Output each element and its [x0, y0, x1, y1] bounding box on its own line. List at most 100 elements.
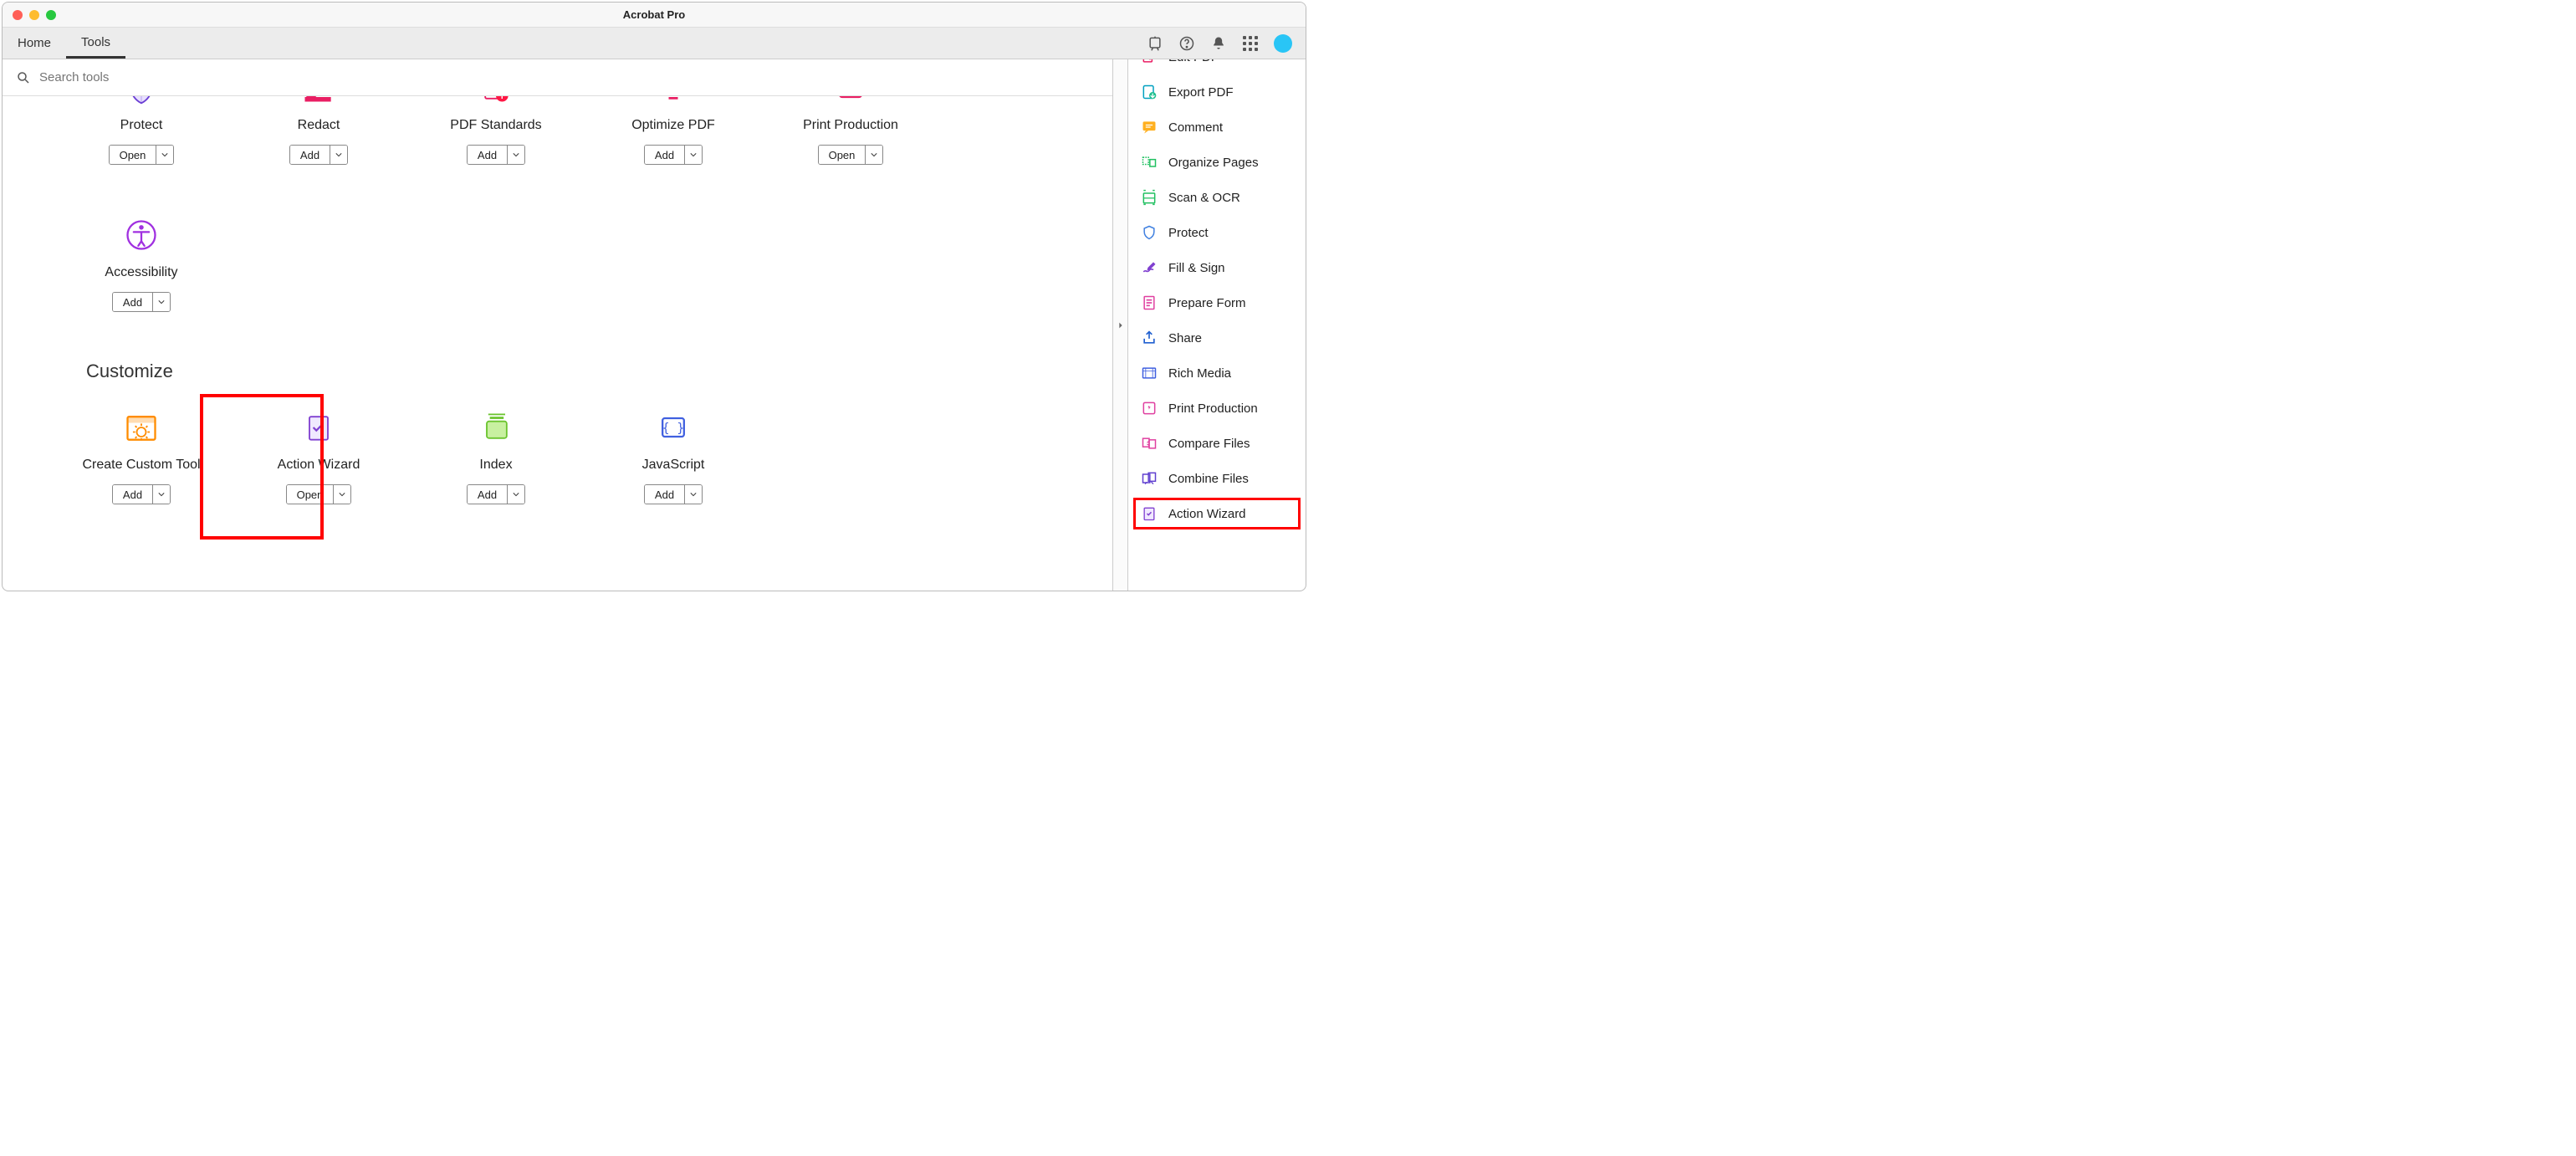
tool-action-button[interactable]: Add — [113, 485, 153, 504]
tool-action-dropdown[interactable] — [866, 146, 882, 164]
window-title: Acrobat Pro — [623, 8, 685, 21]
left-pane: ProtectOpenRedactAddiPDF StandardsAddOpt… — [3, 59, 1113, 591]
combine-icon — [1140, 469, 1158, 488]
help-icon[interactable] — [1178, 35, 1195, 52]
tool-action-button[interactable]: Add — [113, 293, 153, 311]
panel-item-label: Print Production — [1168, 402, 1258, 416]
tool-action-split: Add — [467, 145, 525, 165]
printprod2-icon — [1140, 399, 1158, 417]
search-input[interactable] — [39, 70, 1099, 84]
panel-item-label: Export PDF — [1168, 85, 1234, 100]
tool-label: Action Wizard — [278, 458, 360, 473]
minimize-window-button[interactable] — [29, 10, 39, 20]
tool-action-dropdown[interactable] — [508, 485, 524, 504]
protect-icon — [1140, 223, 1158, 242]
tool-action-dropdown[interactable] — [153, 293, 170, 311]
panel-item-fill-sign[interactable]: Fill & Sign — [1128, 250, 1306, 285]
tool-action-dropdown[interactable] — [685, 485, 702, 504]
panel-item-action-wizard[interactable]: Action Wizard — [1128, 496, 1306, 531]
tool-action-split: Open — [286, 484, 352, 504]
tool-action-split: Add — [467, 484, 525, 504]
panel-item-label: Compare Files — [1168, 437, 1250, 451]
maximize-window-button[interactable] — [46, 10, 56, 20]
shield-icon — [123, 96, 160, 106]
traffic-lights — [13, 10, 56, 20]
tools-panel[interactable]: Edit PDF Export PDF Comment Organize Pages S… — [1128, 59, 1306, 591]
pin-icon[interactable] — [1147, 35, 1163, 52]
panel-item-combine-files[interactable]: Combine Files — [1128, 461, 1306, 496]
panel-item-label: Organize Pages — [1168, 156, 1259, 170]
panel-item-export-pdf[interactable]: Export PDF — [1128, 74, 1306, 110]
panel-item-label: Combine Files — [1168, 472, 1249, 486]
panel-item-label: Prepare Form — [1168, 296, 1246, 310]
tool-action-dropdown[interactable] — [330, 146, 347, 164]
redact-icon — [300, 96, 337, 106]
panel-item-protect[interactable]: Protect — [1128, 215, 1306, 250]
tool-action-split: Add — [644, 145, 703, 165]
panel-item-prepare-form[interactable]: Prepare Form — [1128, 285, 1306, 320]
bell-icon[interactable] — [1210, 35, 1227, 52]
tool-action-dropdown[interactable] — [685, 146, 702, 164]
collapse-panel-button[interactable] — [1113, 59, 1128, 591]
svg-text:{ }: { } — [662, 422, 684, 436]
tool-action-dropdown[interactable] — [508, 146, 524, 164]
richmedia-icon — [1140, 364, 1158, 382]
main-area: ProtectOpenRedactAddiPDF StandardsAddOpt… — [3, 59, 1306, 591]
panel-item-print-production[interactable]: Print Production — [1128, 391, 1306, 426]
tool-label: PDF Standards — [450, 118, 541, 133]
tool-action-dropdown[interactable] — [156, 146, 173, 164]
tool-print-production: Print Production Open — [762, 96, 939, 180]
tool-label: JavaScript — [642, 458, 705, 473]
tool-label: Optimize PDF — [631, 118, 715, 133]
tool-action-dropdown[interactable] — [153, 485, 170, 504]
scan-icon — [1140, 188, 1158, 207]
close-window-button[interactable] — [13, 10, 23, 20]
tool-javascript: { } JavaScript Add — [585, 397, 762, 519]
tool-action-split: Add — [289, 145, 348, 165]
tool-action-button[interactable]: Add — [645, 485, 685, 504]
panel-item-scan-ocr[interactable]: Scan & OCR — [1128, 180, 1306, 215]
section-customize: Customize — [86, 361, 1062, 382]
tool-action-button[interactable]: Open — [110, 146, 157, 164]
tool-action-split: Add — [112, 484, 171, 504]
pdfstd-icon: i — [478, 96, 514, 106]
tool-action-button[interactable]: Open — [287, 485, 335, 504]
tool-label: Print Production — [803, 118, 898, 133]
panel-item-share[interactable]: Share — [1128, 320, 1306, 355]
comment-icon — [1140, 118, 1158, 136]
tool-row-protect-group: ProtectOpenRedactAddiPDF StandardsAddOpt… — [53, 96, 1062, 180]
index-icon — [478, 409, 514, 446]
panel-item-compare-files[interactable]: Compare Files — [1128, 426, 1306, 461]
panel-item-comment[interactable]: Comment — [1128, 110, 1306, 145]
actionwizard-icon — [300, 409, 337, 446]
panel-item-label: Scan & OCR — [1168, 191, 1240, 205]
tool-action-button[interactable]: Add — [468, 146, 508, 164]
panel-item-label: Fill & Sign — [1168, 261, 1225, 275]
tool-index: IndexAdd — [407, 397, 585, 519]
panel-item-edit-pdf[interactable]: Edit PDF — [1128, 59, 1306, 74]
apps-icon[interactable] — [1242, 35, 1259, 52]
tab-tools[interactable]: Tools — [66, 28, 125, 59]
editpdf-icon — [1140, 59, 1158, 66]
tool-action-button[interactable]: Add — [468, 485, 508, 504]
tool-optimize-pdf: Optimize PDF Add — [585, 96, 762, 180]
panel-item-label: Comment — [1168, 120, 1223, 135]
panel-item-organize-pages[interactable]: Organize Pages — [1128, 145, 1306, 180]
tools-content[interactable]: ProtectOpenRedactAddiPDF StandardsAddOpt… — [3, 96, 1112, 591]
tool-label: Accessibility — [105, 265, 177, 280]
tool-pdf-standards: i PDF Standards Add — [407, 96, 585, 180]
tool-action-split: Add — [112, 292, 171, 312]
panel-item-rich-media[interactable]: Rich Media — [1128, 355, 1306, 391]
user-avatar[interactable] — [1274, 34, 1292, 53]
tool-action-button[interactable]: Open — [819, 146, 866, 164]
tool-protect: ProtectOpen — [53, 96, 230, 180]
organize-icon — [1140, 153, 1158, 171]
panel-item-label: Action Wizard — [1168, 507, 1246, 521]
tool-action-button[interactable]: Add — [290, 146, 330, 164]
javascript-icon: { } — [655, 409, 692, 446]
tool-row-customize: Create Custom ToolAddAction WizardOpenIn… — [53, 397, 1062, 519]
tool-action-split: Open — [109, 145, 175, 165]
tool-action-dropdown[interactable] — [334, 485, 350, 504]
tab-home[interactable]: Home — [3, 28, 66, 59]
tool-action-button[interactable]: Add — [645, 146, 685, 164]
